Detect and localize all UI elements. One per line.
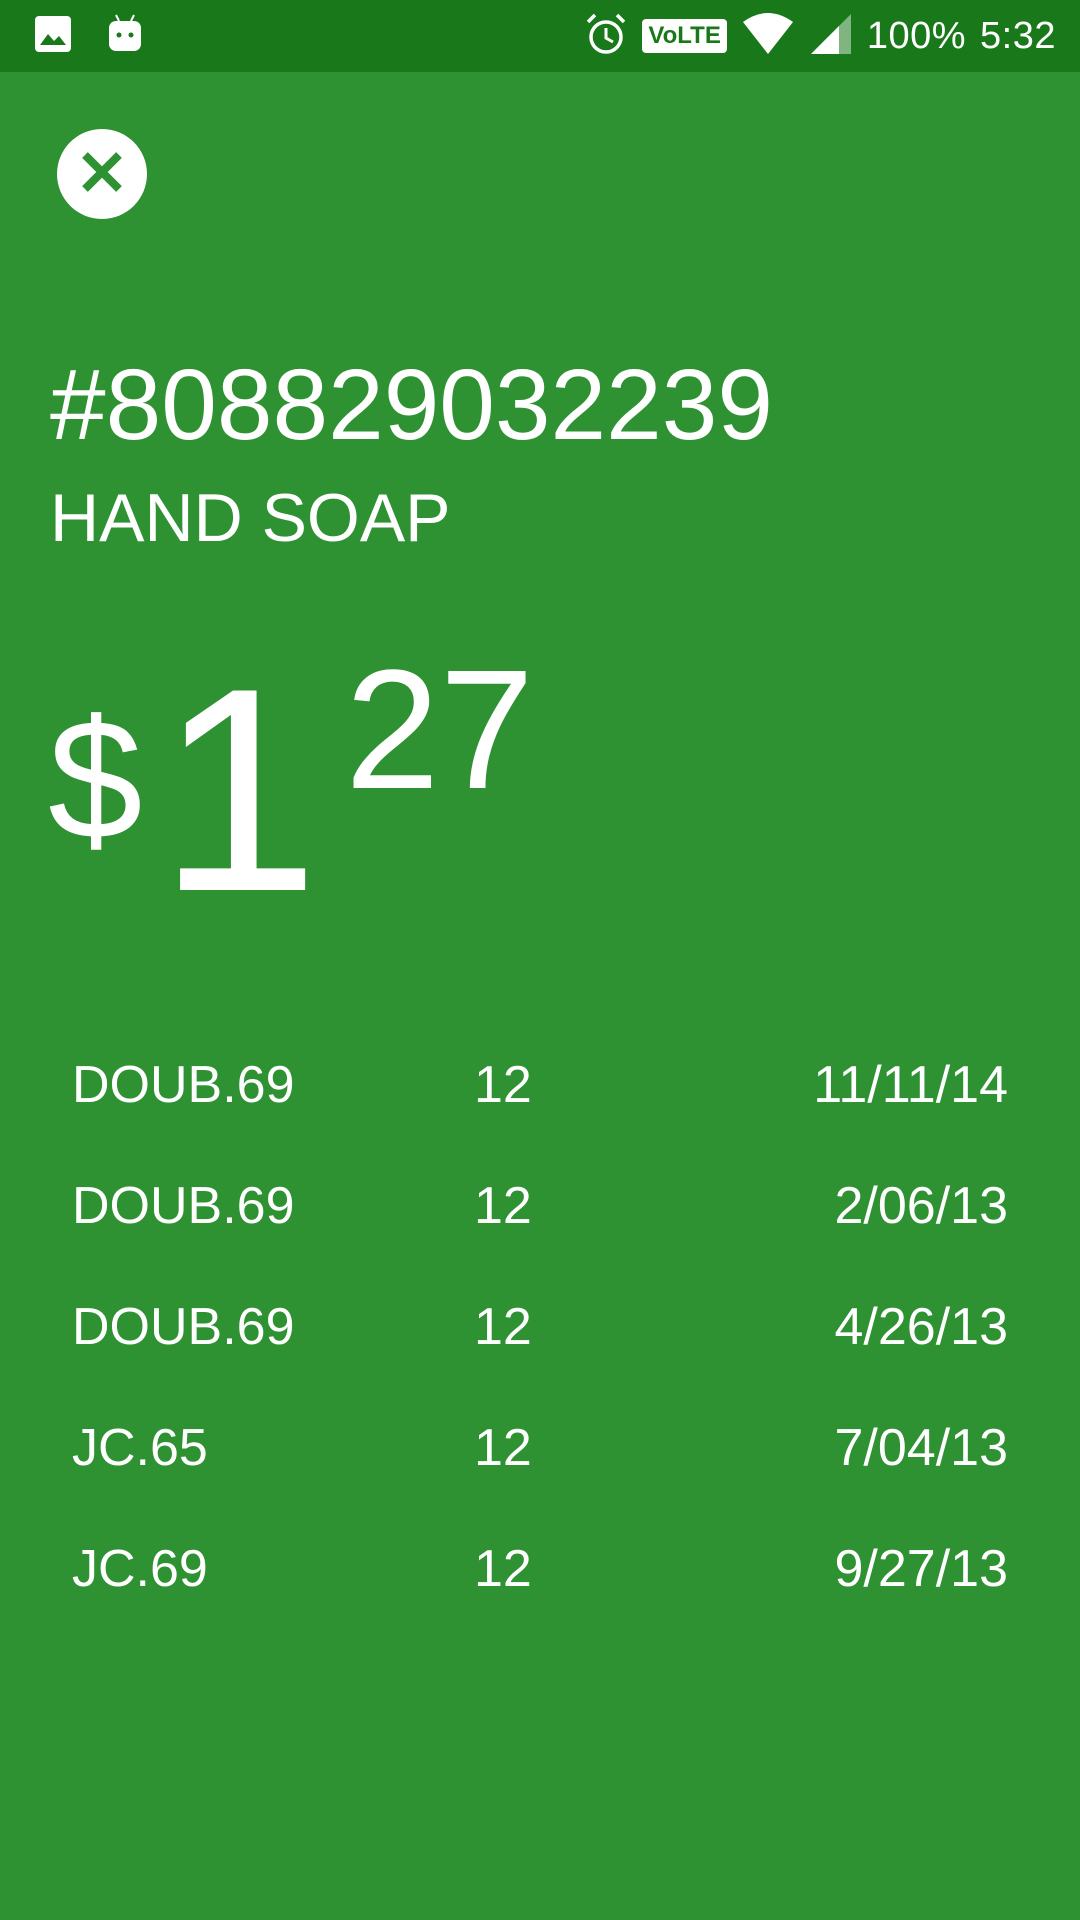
history-date: 2/06/13 xyxy=(834,1177,1009,1235)
history-row: DOUB.69 12 11/11/14 xyxy=(72,1025,1008,1146)
price-display: $ 1 27 xyxy=(0,640,700,940)
history-qty: 12 xyxy=(474,1419,532,1477)
price-history-list: DOUB.69 12 11/11/14 DOUB.69 12 2/06/13 D… xyxy=(72,1025,1008,1630)
history-store: JC.69 xyxy=(72,1540,208,1598)
signal-icon xyxy=(809,12,853,61)
price-cents: 27 xyxy=(345,635,535,825)
price-currency: $ xyxy=(48,685,143,875)
item-name: HAND SOAP xyxy=(50,480,451,556)
history-store: DOUB.69 xyxy=(72,1177,295,1235)
history-row: JC.69 12 9/27/13 xyxy=(72,1509,1008,1630)
status-bar-right: VoLTE 100% 5:32 xyxy=(584,10,1056,62)
history-row: DOUB.69 12 2/06/13 xyxy=(72,1146,1008,1267)
history-store: DOUB.69 xyxy=(72,1056,295,1114)
history-qty: 12 xyxy=(474,1540,532,1598)
close-icon xyxy=(77,147,127,202)
volte-icon: VoLTE xyxy=(642,19,727,53)
status-bar: VoLTE 100% 5:32 xyxy=(0,0,1080,72)
status-bar-left xyxy=(34,14,144,58)
history-store: DOUB.69 xyxy=(72,1298,295,1356)
item-number: #808829032239 xyxy=(50,349,773,461)
history-date: 9/27/13 xyxy=(834,1540,1009,1598)
price-detail-screen: VoLTE 100% 5:32 #808829032239 HAND SOAP … xyxy=(0,0,1080,1920)
history-store: JC.65 xyxy=(72,1419,208,1477)
history-date: 11/11/14 xyxy=(813,1056,1008,1114)
battery-percent: 100% xyxy=(866,14,967,57)
clock-time: 5:32 xyxy=(980,14,1056,57)
history-qty: 12 xyxy=(474,1177,532,1235)
history-row: DOUB.69 12 4/26/13 xyxy=(72,1267,1008,1388)
history-row: JC.65 12 7/04/13 xyxy=(72,1388,1008,1509)
price-whole: 1 xyxy=(158,628,320,952)
history-date: 7/04/13 xyxy=(834,1419,1009,1477)
close-button[interactable] xyxy=(57,129,147,219)
history-qty: 12 xyxy=(474,1056,532,1114)
android-icon xyxy=(106,13,144,60)
image-icon xyxy=(34,15,72,58)
history-qty: 12 xyxy=(474,1298,532,1356)
history-date: 4/26/13 xyxy=(834,1298,1009,1356)
wifi-icon xyxy=(741,12,795,61)
alarm-icon xyxy=(584,12,628,61)
